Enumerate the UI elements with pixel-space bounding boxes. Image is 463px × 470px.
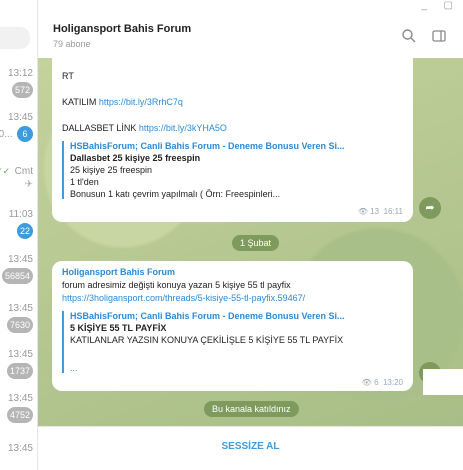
chat-time: 13:45 (7, 112, 33, 123)
chat-time: Cmt (14, 166, 33, 177)
message-bubble: RT KATILIM https://bit.ly/3RrhC7q DALLAS… (52, 58, 413, 222)
chat-time: 11:03 (8, 209, 33, 220)
sender-name[interactable]: Holigansport Bahis Forum (62, 267, 175, 277)
preview-title: HSBahisForum; Canli Bahis Forum - Deneme… (70, 311, 345, 321)
preview-line: 1 tl'den (70, 177, 99, 187)
views-icon: 👁 (357, 207, 368, 216)
chat-list-item[interactable]: 13:45 (0, 443, 33, 454)
preview-title: HSBahisForum; Canli Bahis Forum - Deneme… (70, 141, 345, 151)
share-icon[interactable]: ➦ (419, 197, 441, 219)
chat-time: 13:45 (7, 393, 33, 404)
chat-preview: 20... (0, 129, 13, 140)
chat-list-item[interactable]: 13:12 572 (0, 68, 33, 98)
unread-badge: 56854 (1, 268, 33, 284)
read-ticks-icon: ✓✓ (0, 166, 11, 176)
side-panel-edge (423, 369, 463, 395)
search-icon[interactable] (401, 28, 417, 44)
unread-badge: 22 (16, 223, 33, 239)
chat-list-item[interactable]: 13:45 7630 (0, 303, 33, 333)
maximize-button[interactable]: ▢ (444, 0, 453, 11)
link-preview[interactable]: HSBahisForum; Canli Bahis Forum - Deneme… (62, 311, 402, 373)
chat-time: 13:45 (7, 349, 33, 360)
message-time: 13:20 (382, 378, 403, 387)
preview-line: KATILANLAR YAZSIN KONUYA ÇEKİLİŞLE 5 KİŞ… (70, 335, 344, 345)
preview-heading: Dallasbet 25 kişiye 25 freespin (70, 153, 201, 163)
message-meta: 👁 13 16:11 (358, 207, 403, 216)
unread-badge: 1737 (6, 363, 33, 379)
preview-heading: 5 KİŞİYE 55 TL PAYFİX (70, 323, 167, 333)
view-count: 6 (374, 378, 379, 387)
message-text: KATILIM https://bit.ly/3RrhC7q (62, 97, 183, 107)
message-text: DALLASBET LİNK https://bit.ly/3kYHA5O (62, 123, 227, 133)
dallas-link[interactable]: https://bit.ly/3kYHA5O (139, 123, 227, 133)
katilim-label: KATILIM (62, 97, 99, 107)
preview-more: ... (70, 363, 78, 373)
preview-line: 25 kişiye 25 freespin (70, 165, 153, 175)
view-count: 13 (370, 207, 380, 216)
unread-badge: 572 (11, 82, 33, 98)
chat-list-item[interactable]: 13:45 20... 6 (0, 112, 33, 142)
preview-line: Bonusun 1 katı çevrim yapılmalı ( Örn: F… (70, 189, 281, 199)
subscriber-count: 79 abone (53, 39, 91, 49)
joined-pill: Bu kanala katıldınız (204, 401, 299, 417)
unread-badge: 7630 (6, 317, 33, 333)
search-field[interactable] (0, 27, 30, 49)
channel-title[interactable]: Holigansport Bahis Forum (53, 23, 191, 35)
unread-badge: 4752 (6, 407, 33, 423)
window-title-bar: _ ▢ (38, 0, 463, 16)
link-preview[interactable]: HSBahisForum; Canli Bahis Forum - Deneme… (62, 141, 402, 199)
message-text: RT (62, 71, 74, 81)
dallas-label: DALLASBET LİNK (62, 123, 139, 133)
message-bubble: Holigansport Bahis Forum forum adresimiz… (52, 261, 413, 391)
chat-time: 13:45 (7, 254, 33, 265)
thread-link[interactable]: https://3holigansport.com/threads/5-kisi… (62, 293, 305, 303)
unread-badge: 6 (17, 126, 33, 142)
sidebar-toggle-icon[interactable] (431, 28, 447, 44)
chat-list-item[interactable]: 13:45 1737 (0, 349, 33, 379)
minimize-button[interactable]: _ (421, 0, 427, 11)
message-text: forum adresimiz değişti konuya yazan 5 k… (62, 280, 291, 290)
chat-time: 13:12 (7, 68, 33, 79)
date-pill: 1 Şubat (232, 235, 280, 251)
chat-header: Holigansport Bahis Forum 79 abone (38, 16, 463, 59)
mute-button[interactable]: SESSİZE AL (38, 441, 463, 452)
chat-list-item[interactable]: 11:03 22 (0, 209, 33, 239)
pin-icon: ✈ (24, 179, 33, 190)
chat-list-item[interactable]: ✓✓ Cmt ✈ (0, 161, 33, 190)
bottom-bar: SESSİZE AL (38, 426, 463, 470)
chat-time: 13:45 (7, 443, 33, 454)
chat-list-item[interactable]: 13:45 4752 (0, 393, 33, 423)
telegram-window: 13:12 572 13:45 20... 6 ✓✓ Cmt ✈ 11:03 2… (0, 0, 463, 470)
views-icon: 👁 (361, 378, 372, 387)
message-meta: 👁 6 13:20 (362, 378, 403, 387)
katilim-link[interactable]: https://bit.ly/3RrhC7q (99, 97, 183, 107)
message-time: 16:11 (383, 207, 403, 216)
message-area: RT KATILIM https://bit.ly/3RrhC7q DALLAS… (38, 58, 463, 426)
chat-list: 13:12 572 13:45 20... 6 ✓✓ Cmt ✈ 11:03 2… (0, 0, 38, 470)
chat-list-item[interactable]: 13:45 56854 (0, 254, 33, 284)
chat-time: 13:45 (7, 303, 33, 314)
